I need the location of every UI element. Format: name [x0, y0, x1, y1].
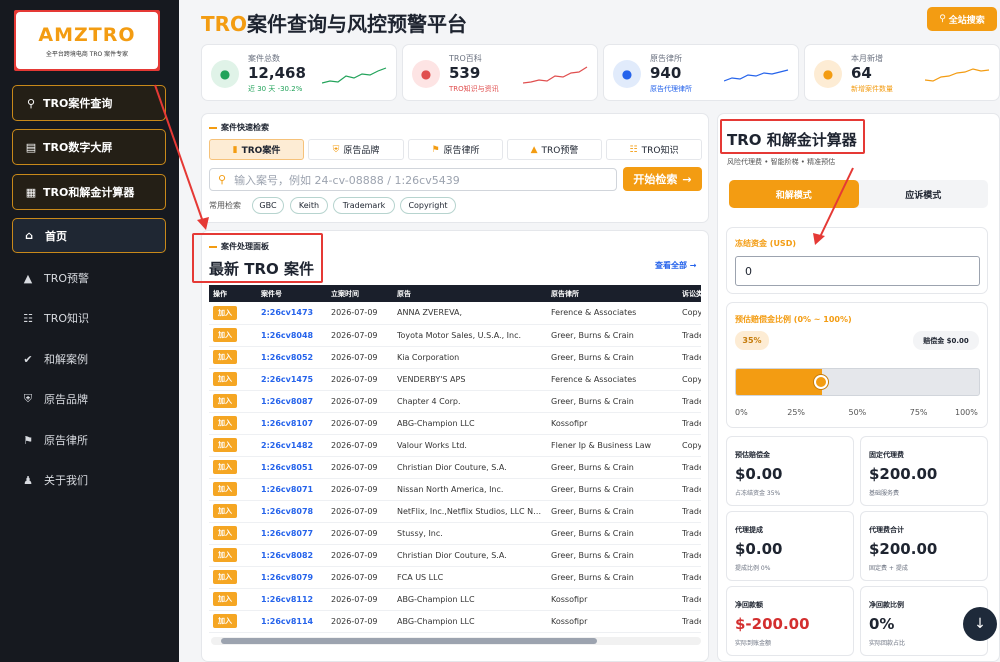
annotation-arrows [154, 84, 854, 245]
scroll-down-button[interactable]: ↓ [963, 607, 997, 641]
arrow-down-icon: ↓ [974, 616, 986, 632]
